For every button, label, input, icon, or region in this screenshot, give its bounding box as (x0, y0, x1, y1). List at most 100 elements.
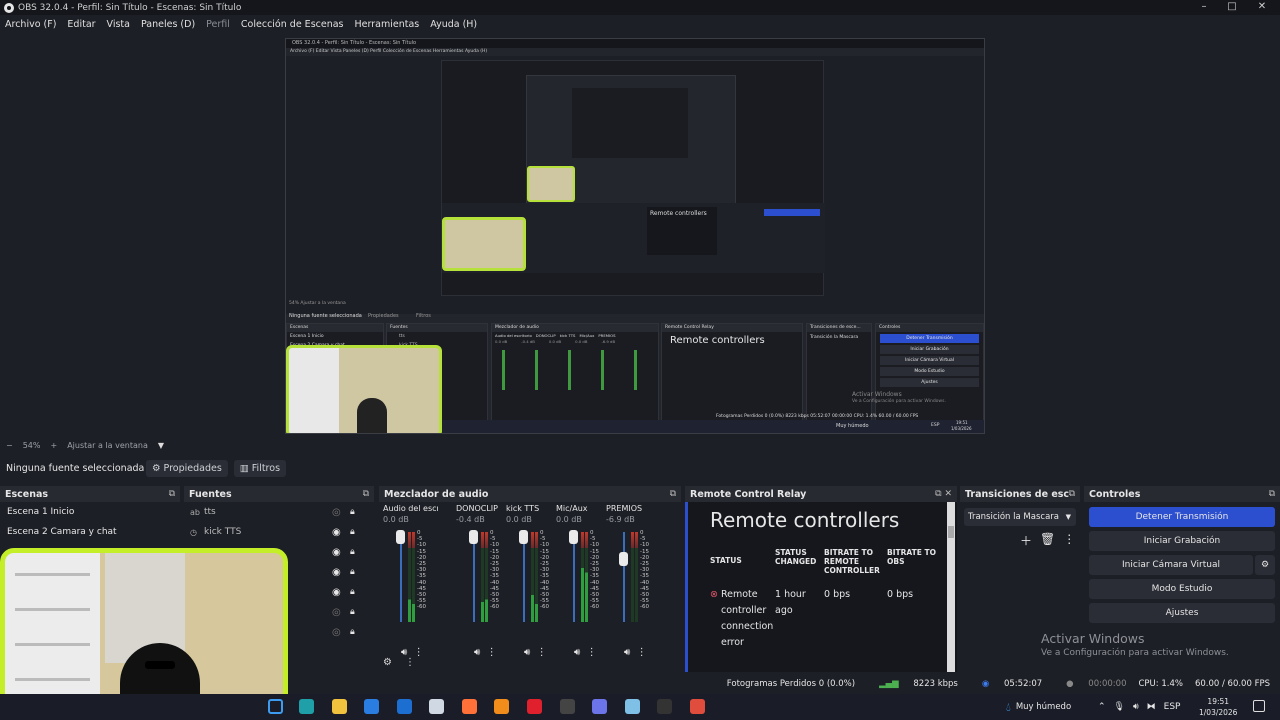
preview-canvas[interactable]: OBS 32.0.4 - Perfil: Sin Título - Escena… (0, 33, 1280, 438)
edge-icon[interactable] (299, 699, 314, 714)
add-transition-button[interactable]: ＋ (1020, 532, 1032, 549)
settings-button[interactable]: Ajustes (1089, 603, 1275, 623)
undock-icon[interactable]: ⧉ (1069, 489, 1075, 499)
volume-fader-knob[interactable] (519, 530, 528, 544)
eye-hidden-icon[interactable]: ◎ (332, 607, 341, 618)
stop-stream-button[interactable]: Detener Transmisión (1089, 507, 1275, 527)
nested-weather: Muy húmedo (836, 423, 869, 429)
weather-widget[interactable]: 💧︎ Muy húmedo (1006, 694, 1071, 720)
menu-coleccion[interactable]: Colección de Escenas (241, 19, 344, 30)
lock-icon[interactable]: 🔒︎ (350, 587, 355, 597)
lock-icon[interactable]: 🔒︎ (350, 527, 355, 537)
channel-db: -0.4 dB (456, 515, 485, 524)
speaker-icon[interactable]: 🔊︎ (474, 647, 480, 658)
trash-icon[interactable]: 🗑︎ (1040, 532, 1055, 549)
eye-icon[interactable]: ◉ (332, 547, 341, 558)
app-icon[interactable] (429, 699, 444, 714)
volume-fader-track[interactable] (573, 532, 575, 622)
level-meter (531, 532, 534, 622)
volume-fader-knob[interactable] (569, 530, 578, 544)
firefox-icon[interactable] (462, 699, 477, 714)
file-explorer-icon[interactable] (332, 699, 347, 714)
scene-item-2[interactable]: Escena 2 Camara y chat (0, 522, 180, 542)
app-icon[interactable] (690, 699, 705, 714)
discord-icon[interactable] (592, 699, 607, 714)
lock-icon[interactable]: 🔒︎ (350, 567, 355, 577)
channel-name: Mic/Aux (556, 504, 588, 513)
volume-fader-track[interactable] (400, 532, 402, 622)
notepad-icon[interactable] (625, 699, 640, 714)
close-button[interactable]: ✕ (1246, 0, 1278, 15)
lock-icon[interactable]: 🔒︎ (350, 547, 355, 557)
eye-icon[interactable]: ◉ (332, 527, 341, 538)
speaker-icon[interactable]: 🔊︎ (401, 647, 407, 658)
eye-hidden-icon[interactable]: ◎ (332, 627, 341, 638)
undock-icon[interactable]: ⧉ (363, 489, 369, 499)
language-indicator[interactable]: ESP (1164, 702, 1181, 712)
volume-fader-knob[interactable] (469, 530, 478, 544)
channel-menu-icon[interactable]: ⋮ (537, 647, 547, 658)
scene-item-1[interactable]: Escena 1 Inicio (0, 502, 180, 522)
eye-hidden-icon[interactable]: ◎ (332, 507, 341, 518)
menu-archivo[interactable]: Archivo (F) (5, 19, 56, 30)
undock-icon[interactable]: ⧉ (169, 489, 175, 499)
channel-menu-icon[interactable]: ⋮ (414, 647, 424, 658)
network-icon[interactable]: ⧓ (1147, 702, 1156, 712)
menu-ayuda[interactable]: Ayuda (H) (430, 19, 477, 30)
clock[interactable]: 19:51 1/03/2026 (1199, 696, 1237, 718)
mic-icon[interactable]: 🎙︎ (1114, 702, 1125, 712)
fit-window-label[interactable]: Ajustar a la ventana (67, 441, 148, 450)
notifications-icon[interactable] (1253, 700, 1265, 712)
speaker-icon[interactable]: 🔊︎ (624, 647, 630, 658)
channel-menu-icon[interactable]: ⋮ (587, 647, 597, 658)
eye-icon[interactable]: ◉ (332, 567, 341, 578)
menu-vista[interactable]: Vista (107, 19, 130, 30)
lock-icon[interactable]: 🔒︎ (350, 607, 355, 617)
more-menu-icon[interactable]: ⋮ (1063, 532, 1075, 549)
speaker-icon[interactable]: 🔊︎ (524, 647, 530, 658)
media-player-icon[interactable] (657, 699, 672, 714)
volume-fader-knob[interactable] (619, 552, 628, 566)
eye-icon[interactable]: ◉ (332, 587, 341, 598)
channel-menu-icon[interactable]: ⋮ (487, 647, 497, 658)
windows-start-icon[interactable] (268, 699, 283, 714)
gear-icon: ⚙ (152, 462, 161, 474)
volume-fader-track[interactable] (623, 532, 625, 622)
outlook-icon[interactable] (397, 699, 412, 714)
menu-perfil[interactable]: Perfil (206, 19, 230, 30)
volume-fader-track[interactable] (473, 532, 475, 622)
nested-mixer-cols: Audio del escritorio DONOCLIP kick TTS M… (492, 332, 658, 339)
source-item-tts[interactable]: ab tts ◎ 🔒︎ (184, 502, 374, 522)
opera-icon[interactable] (527, 699, 542, 714)
studio-mode-button[interactable]: Modo Estudio (1089, 579, 1275, 599)
properties-button[interactable]: ⚙ Propiedades (146, 459, 228, 477)
volume-icon[interactable]: 🔊︎ (1133, 702, 1139, 712)
filters-button[interactable]: ▥ Filtros (233, 459, 287, 477)
zoom-dropdown-icon[interactable]: ▼ (158, 441, 164, 450)
undock-close-icons[interactable]: ⧉ ✕ (935, 489, 952, 499)
vcam-settings-gear-icon[interactable]: ⚙ (1255, 555, 1275, 575)
vlc-icon[interactable] (494, 699, 509, 714)
obs-icon[interactable] (560, 699, 575, 714)
undock-icon[interactable]: ⧉ (1269, 489, 1275, 499)
volume-fader-knob[interactable] (396, 530, 405, 544)
store-icon[interactable] (364, 699, 379, 714)
start-record-button[interactable]: Iniciar Grabación (1089, 531, 1275, 551)
zoom-plus-button[interactable]: + (50, 441, 57, 450)
chevron-up-icon[interactable]: ⌃ (1098, 702, 1106, 712)
lock-icon[interactable]: 🔒︎ (350, 507, 355, 517)
lock-icon[interactable]: 🔒︎ (350, 627, 355, 637)
channel-menu-icon[interactable]: ⋮ (637, 647, 647, 658)
undock-icon[interactable]: ⧉ (670, 489, 676, 499)
transition-select[interactable]: Transición la Mascara ▼ (964, 508, 1076, 526)
source-item-kick-tts[interactable]: ◷ kick TTS ◉ 🔒︎ (184, 522, 374, 542)
menu-editar[interactable]: Editar (67, 19, 95, 30)
start-virtual-camera-button[interactable]: Iniciar Cámara Virtual (1089, 555, 1253, 575)
relay-scrollbar[interactable] (947, 502, 955, 672)
speaker-icon[interactable]: 🔊︎ (574, 647, 580, 658)
menu-herramientas[interactable]: Herramientas (355, 19, 420, 30)
zoom-minus-button[interactable]: − (6, 441, 13, 450)
menu-paneles[interactable]: Paneles (D) (141, 19, 195, 30)
maximize-button[interactable]: □ (1216, 0, 1248, 15)
volume-fader-track[interactable] (523, 532, 525, 622)
